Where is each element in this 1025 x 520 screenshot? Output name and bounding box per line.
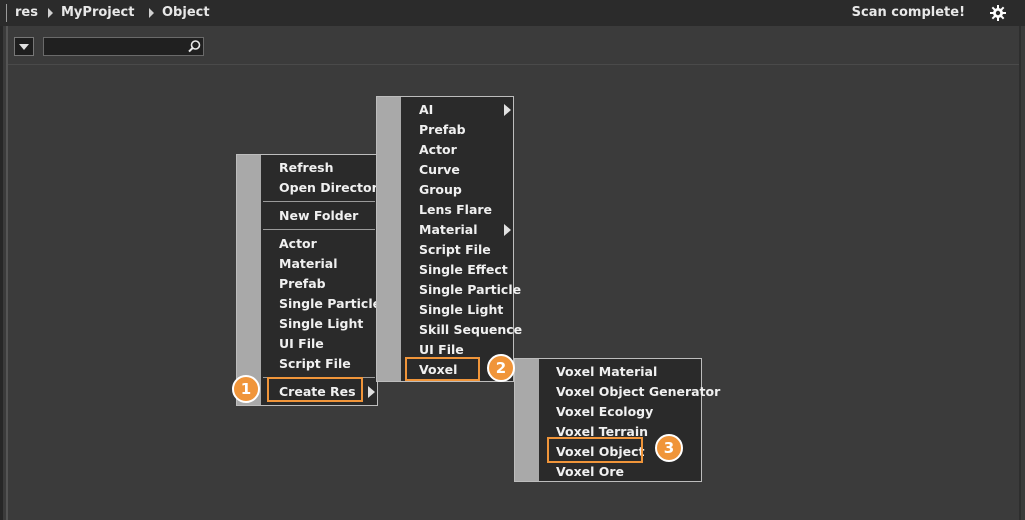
create-res-submenu: AI Prefab Actor Curve Group Lens Flare M… <box>376 96 522 382</box>
menu-item-refresh[interactable]: Refresh <box>279 158 334 178</box>
right-border <box>1019 26 1021 520</box>
highlight-voxel <box>405 357 480 381</box>
submenu-arrow-icon <box>368 386 375 398</box>
menu-item-prefab[interactable]: Prefab <box>279 274 326 294</box>
menu-item-curve[interactable]: Curve <box>419 160 460 180</box>
submenu-arrow-icon <box>504 224 511 236</box>
menu-item-prefab[interactable]: Prefab <box>419 120 466 140</box>
topbar-divider <box>6 4 7 22</box>
filter-dropdown-button[interactable] <box>14 37 34 56</box>
menu-item-single-light[interactable]: Single Light <box>419 300 503 320</box>
menu-gutter <box>237 155 261 405</box>
menu-item-actor[interactable]: Actor <box>419 140 457 160</box>
menu-item-new-folder[interactable]: New Folder <box>279 206 358 226</box>
menu-separator <box>263 201 375 202</box>
menu-gutter <box>515 359 539 481</box>
menu-item-material[interactable]: Material <box>419 220 478 240</box>
menu-item-actor[interactable]: Actor <box>279 234 317 254</box>
menu-item-voxel-ore[interactable]: Voxel Ore <box>556 462 624 482</box>
menu-item-voxel-object-generator[interactable]: Voxel Object Generator <box>556 382 720 402</box>
menu-item-skill-sequence[interactable]: Skill Sequence <box>419 320 522 340</box>
search-input[interactable] <box>43 37 204 56</box>
menu-item-script-file[interactable]: Script File <box>419 240 491 260</box>
menu-item-ai[interactable]: AI <box>419 100 433 120</box>
menu-item-script-file[interactable]: Script File <box>279 354 351 374</box>
breadcrumb-chevron-icon <box>149 8 154 18</box>
left-border-inner <box>6 26 8 520</box>
menu-item-ui-file[interactable]: UI File <box>279 334 324 354</box>
menu-gutter <box>377 97 401 381</box>
menu-item-single-effect[interactable]: Single Effect <box>419 260 508 280</box>
gear-icon[interactable] <box>989 4 1007 22</box>
menu-item-voxel-ecology[interactable]: Voxel Ecology <box>556 402 653 422</box>
menu-item-single-particle[interactable]: Single Particle <box>419 280 521 300</box>
menu-item-single-light[interactable]: Single Light <box>279 314 363 334</box>
menu-item-voxel-material[interactable]: Voxel Material <box>556 362 657 382</box>
highlight-voxel-object <box>547 437 643 463</box>
menu-item-material[interactable]: Material <box>279 254 338 274</box>
menu-item-lens-flare[interactable]: Lens Flare <box>419 200 492 220</box>
step-badge-3: 3 <box>655 434 683 462</box>
search-icon[interactable] <box>186 38 203 55</box>
submenu-arrow-icon <box>504 104 511 116</box>
breadcrumb-chevron-icon <box>48 8 53 18</box>
step-badge-2: 2 <box>487 354 515 382</box>
top-bar: res MyProject Object Scan complete! <box>0 0 1025 26</box>
left-border <box>0 26 3 520</box>
dropdown-triangle-icon <box>19 44 29 50</box>
menu-item-open-directory[interactable]: Open Directory <box>279 178 386 198</box>
breadcrumb-myproject[interactable]: MyProject <box>61 5 134 21</box>
voxel-submenu: Voxel Material Voxel Object Generator Vo… <box>514 358 720 482</box>
breadcrumb-res[interactable]: res <box>15 5 38 21</box>
step-badge-1: 1 <box>232 375 260 403</box>
highlight-create-res <box>267 377 363 402</box>
breadcrumb-object[interactable]: Object <box>162 5 210 21</box>
menu-item-single-particle[interactable]: Single Particle <box>279 294 381 314</box>
context-menu: Refresh Open Directory New Folder Actor … <box>236 154 386 406</box>
menu-item-group[interactable]: Group <box>419 180 462 200</box>
menu-separator <box>263 229 375 230</box>
scan-status: Scan complete! <box>851 5 965 20</box>
